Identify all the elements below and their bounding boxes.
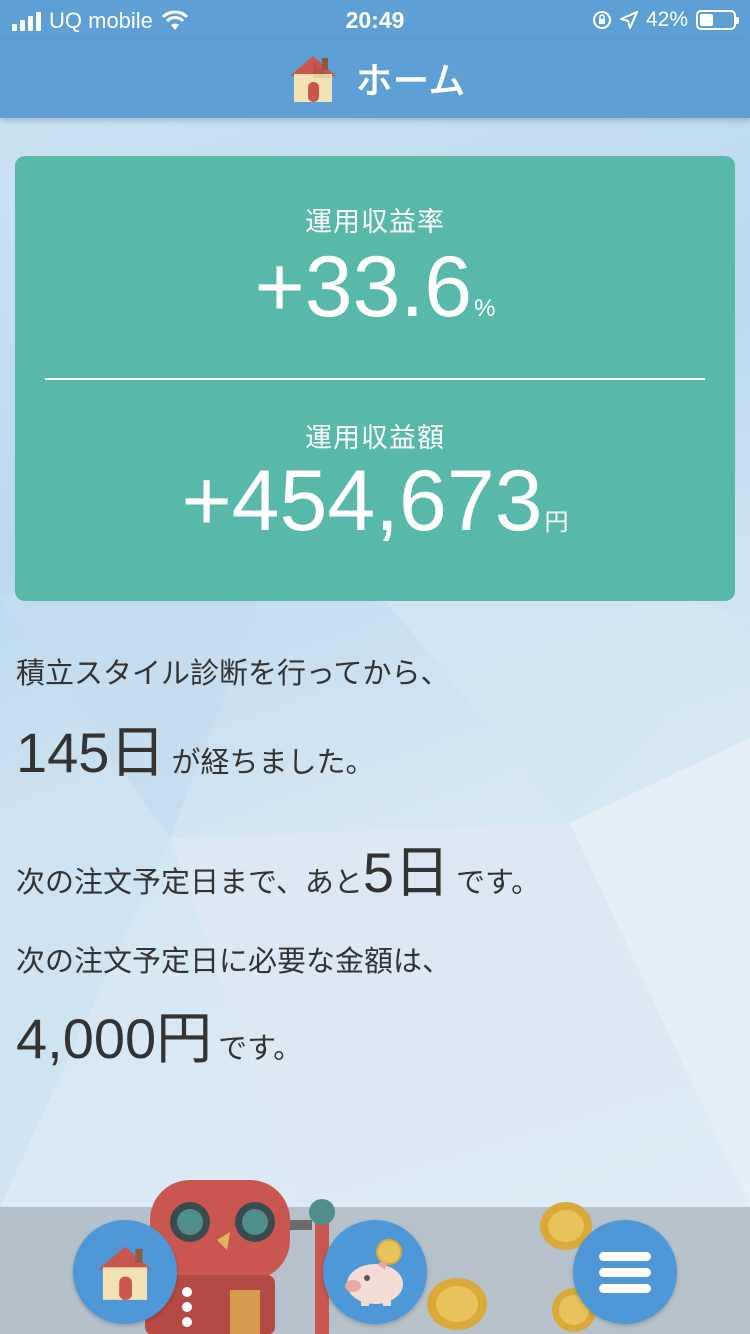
location-icon bbox=[619, 11, 638, 29]
return-rate-value: +33.6% bbox=[15, 238, 735, 337]
days-elapsed-suffix: が経ちました。 bbox=[171, 745, 375, 779]
required-amount-unit: 円 bbox=[156, 1007, 213, 1072]
days-elapsed-line: 145日 が経ちました。 bbox=[16, 708, 374, 789]
piggy-bank-icon bbox=[345, 1239, 403, 1306]
card-divider bbox=[45, 378, 705, 380]
battery-icon bbox=[696, 10, 739, 30]
days-until-unit: 日 bbox=[394, 841, 450, 906]
house-icon bbox=[98, 1246, 152, 1300]
next-order-line: 次の注文予定日まで、あと5日 です。 bbox=[16, 828, 540, 909]
status-bar: UQ mobile 20:49 42% bbox=[0, 0, 750, 40]
house-icon bbox=[290, 56, 336, 102]
nav-savings-button[interactable] bbox=[323, 1220, 427, 1324]
coin-icon bbox=[427, 1278, 487, 1330]
days-elapsed-value: 145 bbox=[16, 721, 110, 784]
required-amount-suffix: です。 bbox=[218, 1031, 303, 1065]
required-amount-line: 4,000円 です。 bbox=[16, 994, 302, 1075]
days-elapsed-unit: 日 bbox=[109, 721, 166, 786]
diagnosis-text: 積立スタイル診断を行ってから、 bbox=[16, 656, 450, 690]
required-amount-value: 4,000 bbox=[16, 1007, 157, 1070]
required-amount-text: 次の注文予定日に必要な金額は、 bbox=[16, 944, 452, 978]
return-rate-unit: % bbox=[474, 295, 496, 322]
nav-home-button[interactable] bbox=[73, 1220, 177, 1324]
days-until-value: 5 bbox=[362, 841, 394, 904]
return-amount-unit: 円 bbox=[544, 509, 569, 536]
return-rate-label: 運用収益率 bbox=[305, 207, 445, 238]
menu-icon bbox=[599, 1252, 651, 1293]
next-order-suffix: です。 bbox=[456, 865, 541, 899]
return-amount-label: 運用収益額 bbox=[305, 423, 445, 454]
return-amount-value: +454,673円 bbox=[15, 452, 735, 551]
performance-card: 運用収益率 +33.6% 運用収益額 +454,673円 bbox=[15, 156, 735, 601]
return-rate-number: +33.6 bbox=[254, 239, 473, 335]
next-order-prefix: 次の注文予定日まで、あと bbox=[16, 865, 363, 899]
nav-menu-button[interactable] bbox=[573, 1220, 677, 1324]
battery-percent: 42% bbox=[645, 8, 688, 31]
return-amount-number: +454,673 bbox=[181, 453, 543, 549]
page-title: ホーム bbox=[356, 61, 466, 102]
rotation-lock-icon bbox=[592, 11, 611, 29]
app-header: ホーム bbox=[0, 40, 750, 118]
